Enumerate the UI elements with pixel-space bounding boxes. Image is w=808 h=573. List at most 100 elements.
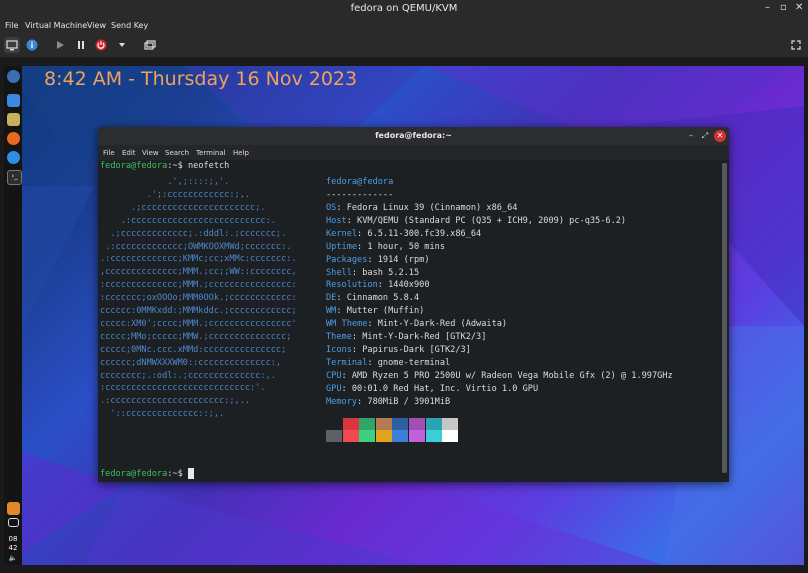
- menu-send-key[interactable]: Send Key: [111, 21, 148, 30]
- info-value: : 780MiB / 3901MiB: [357, 396, 451, 407]
- info-row: Theme: Mint-Y-Dark-Red [GTK2/3]: [326, 331, 486, 344]
- firefox-icon[interactable]: [7, 132, 20, 145]
- terminal-title: fedora@fedora:~: [375, 131, 452, 140]
- info-key: WM Theme: [326, 319, 368, 330]
- info-key: DE: [326, 293, 337, 304]
- color-swatch: [359, 418, 376, 430]
- thunderbird-icon[interactable]: [7, 151, 20, 164]
- guest-panel: ›_ 08 42 🔈: [4, 66, 22, 565]
- info-icon[interactable]: [24, 37, 40, 53]
- menu-view[interactable]: View: [87, 21, 106, 30]
- display-icon[interactable]: [8, 518, 19, 527]
- logo-line: .:cccccccccccccccccccccc:;,..: [100, 396, 251, 407]
- info-key: Uptime: [326, 241, 358, 252]
- terminal-close-icon[interactable]: ✕: [714, 130, 726, 142]
- neofetch-user-host: fedora@fedora: [326, 176, 393, 189]
- monitor-icon[interactable]: [4, 37, 20, 53]
- color-swatch: [326, 418, 342, 430]
- play-icon[interactable]: [52, 37, 68, 53]
- fedora-menu-icon[interactable]: [7, 70, 20, 83]
- logo-line: ccccc;0MNc.ccc.xMMd:ccccccccccccccc;: [100, 344, 287, 355]
- info-value: : AMD Ryzen 5 PRO 2500U w/ Radeon Vega M…: [341, 370, 673, 381]
- color-swatch: [342, 418, 359, 430]
- logo-line: .;cccccccccccccccccccccc;.: [100, 202, 266, 213]
- info-value: : Fedora Linux 39 (Cinnamon) x86_64: [336, 203, 518, 213]
- logo-line: '::cccccccccccccc::;,.: [100, 409, 225, 420]
- info-row: Uptime: 1 hour, 50 mins: [326, 241, 445, 254]
- color-swatch: [442, 418, 459, 430]
- vm-menubar: File Virtual Machine View Send Key: [0, 19, 808, 33]
- vm-titlebar: fedora on QEMU/KVM – ▫ ✕: [0, 0, 808, 19]
- color-swatch: [375, 430, 392, 442]
- terminal-menu-help[interactable]: Help: [233, 149, 249, 157]
- color-swatch: [392, 418, 409, 430]
- power-icon[interactable]: [93, 37, 109, 53]
- info-key: Terminal: [326, 357, 368, 368]
- info-key: Packages: [326, 254, 368, 265]
- color-swatch: [375, 418, 392, 430]
- menu-virtual-machine[interactable]: Virtual Machine: [25, 21, 87, 30]
- logo-line: :ccccccc;oxOOOo;MMM0OOk.;cccccccccccc:: [100, 293, 297, 304]
- logo-line: cccccccc;.:odl:.;cccccccccccccc:,.: [100, 370, 276, 381]
- chevron-down-icon[interactable]: [114, 37, 130, 53]
- info-row: Host: KVM/QEMU (Standard PC (Q35 + ICH9,…: [326, 215, 626, 228]
- info-row: Packages: 1914 (rpm): [326, 254, 430, 267]
- terminal-menu-search[interactable]: Search: [165, 149, 189, 157]
- logo-line: cccccc;dNMWXXXWM0::cccccccccccccc:,: [100, 357, 282, 368]
- info-value: : 1440x900: [377, 280, 430, 291]
- info-row: Shell: bash 5.2.15: [326, 267, 419, 280]
- vm-toolbar: [0, 33, 808, 58]
- terminal-icon[interactable]: ›_: [7, 170, 22, 185]
- scrollbar-thumb[interactable]: [722, 163, 727, 473]
- logo-line: ccccc:XM0';cccc;MMM.;cccccccccccccccc': [100, 318, 297, 329]
- desktop-icon[interactable]: [7, 94, 20, 107]
- terminal-menu-terminal[interactable]: Terminal: [196, 149, 226, 157]
- info-value: : 6.5.11-300.fc39.x86_64: [357, 228, 482, 239]
- fullscreen-icon[interactable]: [788, 37, 804, 53]
- terminal-window[interactable]: fedora@fedora:~ – ⤢ ✕ File Edit View Sea…: [98, 127, 729, 482]
- tray-time-min: 42: [8, 544, 18, 552]
- text-cursor: [187, 468, 194, 479]
- menu-file[interactable]: File: [5, 21, 18, 30]
- info-value: : 1914 (rpm): [367, 254, 430, 265]
- pause-icon[interactable]: [73, 37, 89, 53]
- terminal-minimize-icon[interactable]: –: [685, 130, 697, 142]
- color-swatch: [392, 430, 409, 442]
- info-row: CPU: AMD Ryzen 5 PRO 2500U w/ Radeon Veg…: [326, 370, 673, 383]
- info-value: : bash 5.2.15: [351, 267, 420, 278]
- files-icon[interactable]: [7, 113, 20, 126]
- command-line: fedora@fedora:~$ neofetch: [100, 160, 229, 173]
- info-row: WM: Mutter (Muffin): [326, 305, 424, 318]
- terminal-menu-edit[interactable]: Edit: [122, 149, 136, 157]
- color-swatch: [409, 430, 425, 442]
- info-key: CPU: [326, 370, 342, 381]
- volume-icon[interactable]: 🔈: [6, 554, 20, 562]
- logo-line: .',;::::;,'.: [100, 177, 230, 187]
- logo-line: :cccccccccccccccccccccccccccc:'.: [100, 383, 266, 394]
- info-row: OS: Fedora Linux 39 (Cinnamon) x86_64: [326, 202, 517, 215]
- info-value: : 00:01.0 Red Hat, Inc. Virtio 1.0 GPU: [341, 383, 539, 394]
- logo-line: :cccccccccccccc;MMM.;cccccccccccccccc:: [100, 280, 297, 291]
- terminal-scrollbar[interactable]: [722, 163, 727, 473]
- info-key: Shell: [326, 267, 352, 278]
- terminal-output[interactable]: fedora@fedora:~$ neofetch .',;::::;,'. .…: [100, 160, 718, 480]
- info-value: : Cinnamon 5.8.4: [336, 293, 420, 304]
- info-value: : Papirus-Dark [GTK2/3]: [351, 344, 471, 355]
- terminal-titlebar[interactable]: fedora@fedora:~ – ⤢ ✕: [98, 127, 729, 145]
- screenshot-icon[interactable]: [142, 37, 158, 53]
- prompt-user-host: fedora@fedora: [100, 161, 168, 171]
- terminal-menu-view[interactable]: View: [142, 149, 159, 157]
- minimize-icon[interactable]: –: [765, 2, 770, 13]
- info-row: Memory: 780MiB / 3901MiB: [326, 396, 450, 409]
- user-host-text: fedora@fedora: [326, 177, 394, 187]
- close-icon[interactable]: ✕: [795, 2, 803, 13]
- info-key: WM: [326, 306, 337, 317]
- terminal-maximize-icon[interactable]: ⤢: [699, 130, 711, 142]
- logo-line: cccccc:0MMKxdd:;MMMkddc.;cccccccccccc;: [100, 306, 297, 316]
- maximize-icon[interactable]: ▫: [780, 2, 787, 13]
- logo-line: .:ccccccccccccc;OWMKOOXMWd;ccccccc:.: [100, 241, 292, 252]
- updates-icon[interactable]: [7, 502, 20, 515]
- color-swatch: [359, 430, 376, 442]
- info-row: WM Theme: Mint-Y-Dark-Red (Adwaita): [326, 318, 507, 331]
- terminal-menu-file[interactable]: File: [103, 149, 115, 157]
